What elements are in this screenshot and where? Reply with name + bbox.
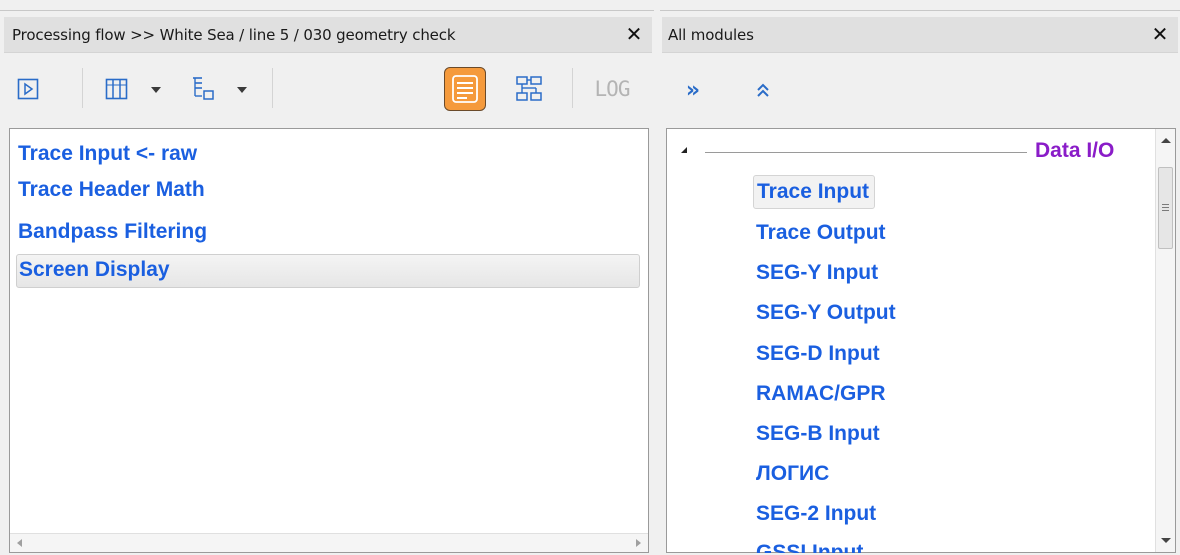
module-item[interactable]: SEG-Y Output [753,297,901,331]
tree-button[interactable] [190,75,216,101]
flow-item[interactable]: Trace Header Math [16,175,640,209]
collapse-group-icon[interactable] [681,147,687,153]
log-button[interactable]: LOG [590,75,634,103]
scroll-right-icon[interactable] [636,539,641,547]
group-label[interactable]: Data I/O [1035,139,1114,163]
columns-dropdown-icon[interactable] [151,87,161,93]
modules-vertical-scrollbar[interactable] [1155,129,1175,552]
modules-tree: Data I/O Trace Input Trace Output SEG-Y … [666,128,1176,553]
modules-close-icon[interactable]: ✕ [1148,22,1172,46]
flow-item[interactable]: Screen Display [16,254,640,288]
module-item[interactable]: SEG-B Input [753,418,885,452]
module-item[interactable]: Trace Input [753,175,876,209]
grip-line [1162,207,1169,208]
top-border [660,0,1180,11]
columns-icon [105,78,128,100]
modules-toolbar: » [662,57,1178,125]
toolbar-separator [82,68,83,108]
grip-line [1162,204,1169,205]
flow-item[interactable]: Trace Input <- raw [16,139,640,173]
toolbar-separator [572,68,573,108]
module-item[interactable]: RAMAC/GPR [753,378,891,412]
collapse-all-button[interactable] [750,77,776,103]
flow-list: Trace Input <- raw Trace Header Math Ban… [9,128,649,553]
group-divider [705,152,1027,153]
flow-titlebar: Processing flow >> White Sea / line 5 / … [4,17,652,53]
expand-all-button[interactable]: » [680,77,706,103]
module-item[interactable]: ЛОГИС [753,458,834,492]
modules-titlebar: All modules ✕ [662,17,1178,53]
double-chevron-up-icon [757,83,769,97]
grip-line [1162,210,1169,211]
diagram-icon [516,76,542,101]
flow-toolbar: LOG [4,57,652,125]
clipped-row: GSSI Input [667,537,1155,553]
run-icon [17,78,39,100]
module-item[interactable]: GSSI Input [753,537,868,553]
flow-close-icon[interactable]: ✕ [622,22,646,46]
run-button[interactable] [16,77,40,101]
module-item[interactable]: Trace Output [753,217,891,251]
modules-title: All modules [668,26,754,44]
processing-flow-panel: Processing flow >> White Sea / line 5 / … [0,0,654,555]
scroll-thumb[interactable] [1158,167,1173,249]
all-modules-panel: All modules ✕ » Data I/O Trace Input Tra… [660,0,1180,555]
module-item[interactable]: SEG-Y Input [753,257,883,291]
flow-horizontal-scrollbar[interactable] [10,533,648,552]
flow-item[interactable]: Bandpass Filtering [16,217,640,251]
flow-title: Processing flow >> White Sea / line 5 / … [12,26,456,44]
columns-button[interactable] [104,77,130,101]
module-item[interactable]: SEG-2 Input [753,498,881,532]
tree-dropdown-icon[interactable] [237,87,247,93]
scroll-left-icon[interactable] [17,539,22,547]
toolbar-separator [272,68,273,108]
tree-icon [193,77,214,100]
module-item[interactable]: SEG-D Input [753,338,885,372]
list-view-icon [452,75,478,103]
top-border [0,0,654,11]
diagram-view-button[interactable] [514,74,544,104]
list-view-button[interactable] [444,67,486,111]
scroll-down-icon[interactable] [1161,538,1171,543]
scroll-up-icon[interactable] [1161,138,1171,143]
